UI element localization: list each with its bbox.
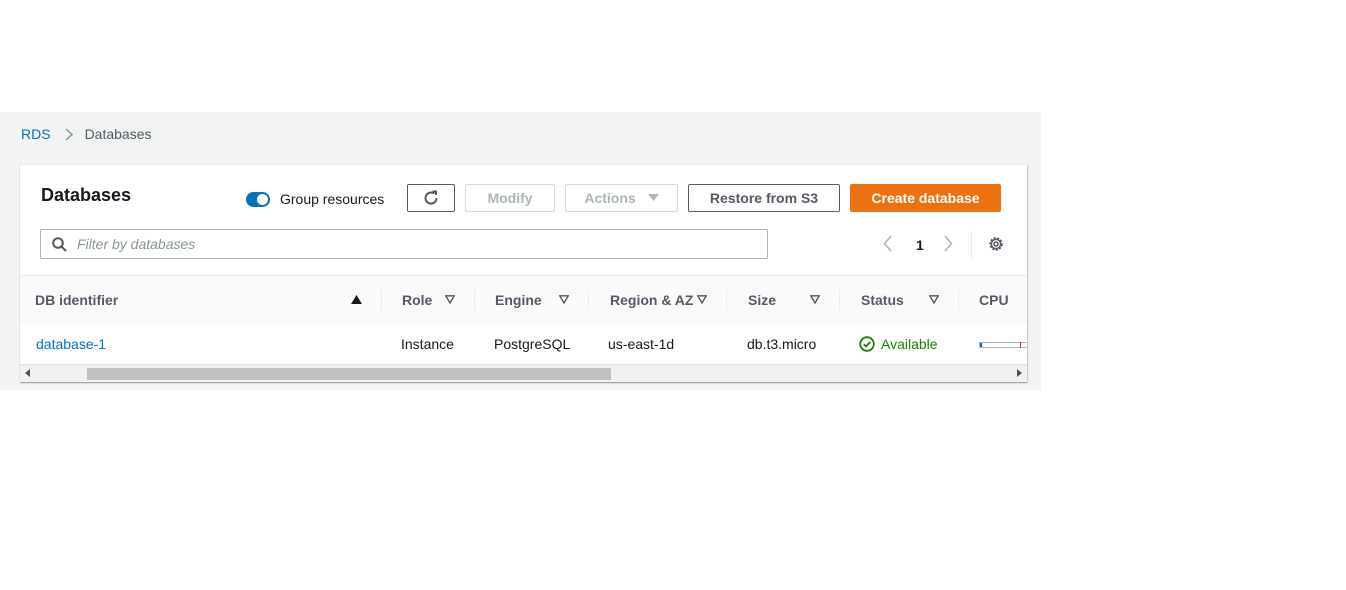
chevron-right-icon bbox=[65, 127, 73, 141]
status-text: Available bbox=[881, 336, 938, 352]
column-header-role[interactable]: Role bbox=[402, 276, 432, 324]
column-header-label: Status bbox=[861, 292, 904, 308]
scroll-left-icon[interactable] bbox=[25, 369, 31, 377]
chevron-right-icon[interactable] bbox=[943, 235, 953, 252]
scroll-right-icon[interactable] bbox=[1016, 369, 1022, 377]
create-database-button[interactable]: Create database bbox=[850, 184, 1001, 212]
column-header-status[interactable]: Status bbox=[861, 276, 904, 324]
sort-caret-icon[interactable] bbox=[929, 295, 939, 304]
cpu-utilization-fill bbox=[980, 343, 982, 347]
cpu-threshold-marker bbox=[1020, 342, 1021, 348]
column-separator bbox=[726, 290, 727, 310]
breadcrumb-current: Databases bbox=[84, 126, 152, 142]
current-page-number[interactable]: 1 bbox=[916, 237, 924, 253]
column-separator bbox=[839, 290, 840, 310]
group-resources-toggle[interactable]: Group resources bbox=[246, 191, 384, 207]
breadcrumb: RDS Databases bbox=[21, 126, 152, 142]
column-header-size[interactable]: Size bbox=[748, 276, 776, 324]
refresh-button[interactable] bbox=[407, 184, 455, 212]
cpu-utilization-bar bbox=[979, 342, 1027, 348]
sort-caret-icon[interactable] bbox=[697, 295, 707, 304]
column-header-region[interactable]: Region & AZ bbox=[610, 276, 693, 324]
column-separator bbox=[588, 290, 589, 310]
engine-cell: PostgreSQL bbox=[494, 336, 571, 352]
column-header-label: Engine bbox=[495, 292, 542, 308]
table-header: DB identifier Role Engine Region & AZ Si… bbox=[20, 275, 1027, 325]
db-identifier-link[interactable]: database-1 bbox=[36, 324, 106, 364]
sort-ascending-icon[interactable] bbox=[351, 295, 362, 304]
modify-button[interactable]: Modify bbox=[465, 184, 555, 212]
check-circle-icon bbox=[859, 336, 875, 352]
role-cell: Instance bbox=[401, 336, 454, 352]
sort-caret-icon[interactable] bbox=[559, 295, 569, 304]
pager-divider bbox=[971, 231, 972, 259]
filter-field[interactable] bbox=[40, 229, 768, 259]
group-resources-label: Group resources bbox=[280, 191, 385, 207]
column-separator bbox=[474, 290, 475, 310]
refresh-icon bbox=[423, 190, 439, 206]
actions-dropdown-button[interactable]: Actions bbox=[565, 184, 678, 212]
column-header-label: CPU bbox=[979, 292, 1009, 308]
status-cell: Available bbox=[859, 324, 938, 364]
scrollbar-thumb[interactable] bbox=[87, 368, 611, 380]
column-separator bbox=[958, 290, 959, 310]
sort-caret-icon[interactable] bbox=[445, 295, 455, 304]
caret-down-icon bbox=[647, 194, 659, 202]
databases-panel: Databases Group resources Modify Actions… bbox=[20, 164, 1027, 382]
gear-icon[interactable] bbox=[987, 235, 1005, 253]
search-input[interactable] bbox=[75, 235, 719, 253]
size-cell: db.t3.micro bbox=[747, 336, 817, 352]
breadcrumb-rds-link[interactable]: RDS bbox=[21, 126, 51, 142]
chevron-left-icon[interactable] bbox=[883, 235, 893, 252]
actions-label: Actions bbox=[584, 190, 636, 206]
sort-caret-icon[interactable] bbox=[810, 295, 820, 304]
restore-from-s3-button[interactable]: Restore from S3 bbox=[688, 184, 840, 212]
column-header-label: Role bbox=[402, 292, 433, 308]
region-cell: us-east-1d bbox=[608, 336, 675, 352]
toggle-switch[interactable] bbox=[246, 191, 270, 207]
column-header-label: Size bbox=[748, 292, 777, 308]
panel-title: Databases bbox=[41, 185, 132, 205]
toggle-knob bbox=[257, 193, 268, 205]
column-header-engine[interactable]: Engine bbox=[495, 276, 542, 324]
column-header-label: DB identifier bbox=[35, 292, 119, 308]
column-header-cpu[interactable]: CPU bbox=[979, 276, 1009, 324]
search-icon bbox=[52, 236, 67, 252]
column-header-db-identifier[interactable]: DB identifier bbox=[35, 276, 118, 324]
console-content-area: RDS Databases Databases Group resources … bbox=[0, 112, 1041, 390]
column-header-label: Region & AZ bbox=[610, 292, 694, 308]
horizontal-scrollbar[interactable] bbox=[20, 364, 1027, 382]
table-row[interactable]: database-1 Instance PostgreSQL us-east-1… bbox=[20, 324, 1027, 364]
column-separator bbox=[381, 290, 382, 310]
